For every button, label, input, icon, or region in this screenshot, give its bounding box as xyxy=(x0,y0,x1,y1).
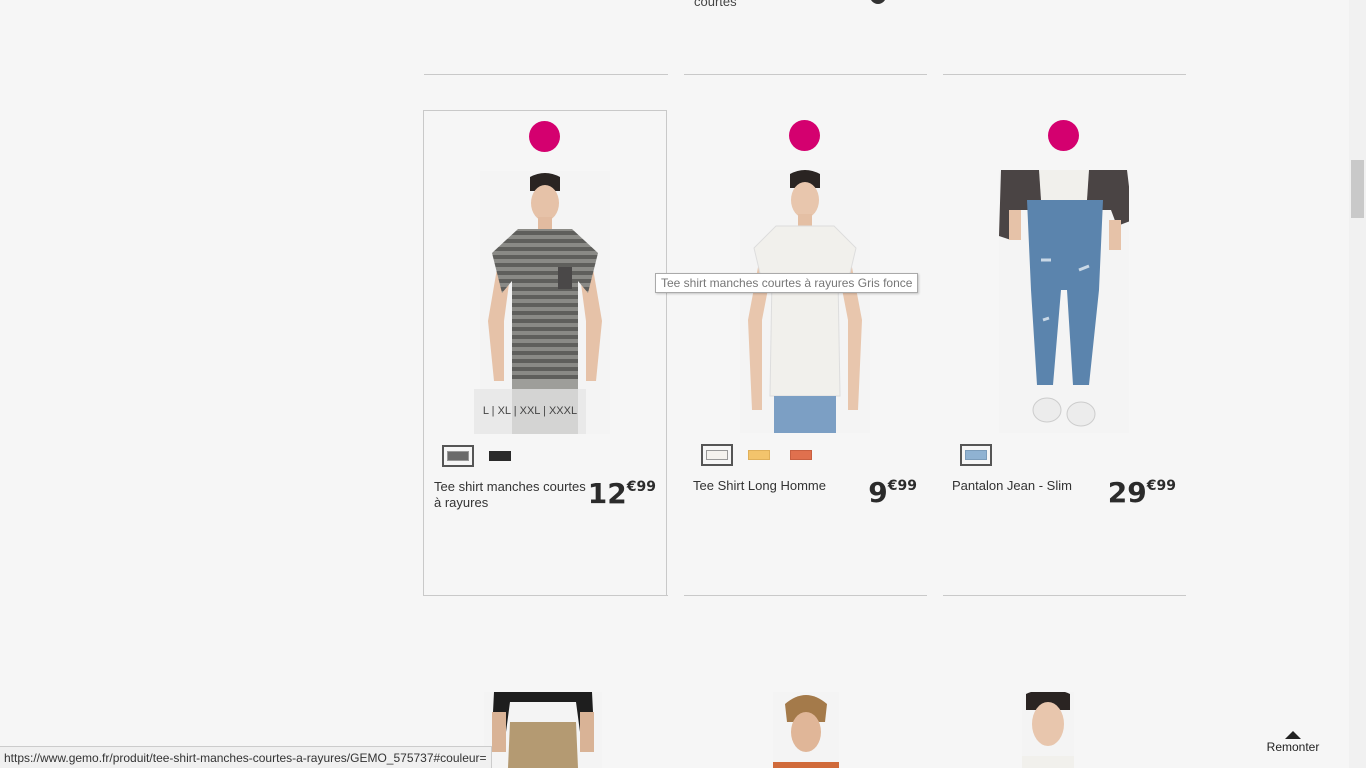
status-bar-url: https://www.gemo.fr/produit/tee-shirt-ma… xyxy=(0,746,492,768)
product-photo[interactable] xyxy=(740,170,870,433)
model-khaki-pants-image xyxy=(484,692,602,768)
swatch-chip-white xyxy=(706,450,728,460)
swatch-chip-orange xyxy=(790,450,812,460)
price-cents: €99 xyxy=(887,478,917,494)
swatch-chip-grey xyxy=(447,451,469,461)
color-swatches xyxy=(701,444,817,466)
color-swatch[interactable] xyxy=(960,444,992,466)
product-price: 9€99 xyxy=(868,476,917,509)
product-card-slim-jeans[interactable]: Pantalon Jean - Slim 29€99 xyxy=(942,110,1186,596)
product-card-long-tee[interactable]: Tee Shirt Long Homme 9€99 xyxy=(683,110,927,596)
row-separator xyxy=(943,74,1186,75)
price-cents: €99 xyxy=(626,479,656,495)
arrow-up-icon xyxy=(1285,731,1301,739)
back-to-top-button[interactable]: Remonter xyxy=(1265,731,1321,754)
row-separator xyxy=(424,74,668,75)
row-separator xyxy=(424,595,668,596)
product-price: 29€99 xyxy=(1108,476,1176,509)
price-integer: 9 xyxy=(868,476,888,509)
next-product-photo[interactable] xyxy=(773,692,839,768)
price-integer: 29 xyxy=(1107,476,1147,509)
promo-badge xyxy=(529,121,560,152)
product-listing-page: courtes L | XL | XXL | XXXL Tee shirt ma… xyxy=(0,0,1366,768)
color-swatch[interactable] xyxy=(743,444,775,466)
price-integer: 12 xyxy=(587,477,627,510)
product-photo[interactable] xyxy=(999,170,1133,433)
row-separator xyxy=(684,595,927,596)
color-swatches xyxy=(960,444,992,466)
vertical-scrollbar[interactable] xyxy=(1349,0,1366,768)
row-separator xyxy=(943,595,1186,596)
product-name[interactable]: Tee Shirt Long Homme xyxy=(693,478,853,494)
available-sizes: L | XL | XXL | XXXL xyxy=(474,389,586,434)
model-slim-jeans-image xyxy=(999,170,1133,433)
color-swatch[interactable] xyxy=(442,445,474,467)
product-name[interactable]: Pantalon Jean - Slim xyxy=(952,478,1112,494)
next-product-photo[interactable] xyxy=(484,692,602,768)
color-swatch[interactable] xyxy=(701,444,733,466)
previous-product-name[interactable]: courtes xyxy=(694,0,737,9)
model-orange-tee-image xyxy=(773,692,839,768)
model-smiling-tee-image xyxy=(1022,689,1074,768)
swatch-chip-black xyxy=(489,451,511,461)
row-separator xyxy=(684,74,927,75)
back-to-top-label: Remonter xyxy=(1266,740,1320,754)
hover-tooltip: Tee shirt manches courtes à rayures Gris… xyxy=(655,273,919,293)
scrollbar-thumb[interactable] xyxy=(1351,160,1364,218)
promo-badge xyxy=(1048,120,1079,151)
color-swatches xyxy=(442,445,516,467)
model-long-tee-image xyxy=(740,170,870,433)
promo-badge xyxy=(789,120,820,151)
swatch-chip-yellow xyxy=(748,450,770,460)
product-price: 12€99 xyxy=(588,477,656,510)
previous-price-fragment xyxy=(870,0,886,4)
next-product-photo[interactable] xyxy=(1022,689,1074,768)
color-swatch[interactable] xyxy=(484,445,516,467)
price-cents: €99 xyxy=(1146,478,1176,494)
color-swatch[interactable] xyxy=(785,444,817,466)
product-name[interactable]: Tee shirt manches courtes à rayures xyxy=(434,479,594,511)
product-card-striped-tee[interactable]: L | XL | XXL | XXXL Tee shirt manches co… xyxy=(423,110,667,596)
swatch-chip-denim xyxy=(965,450,987,460)
